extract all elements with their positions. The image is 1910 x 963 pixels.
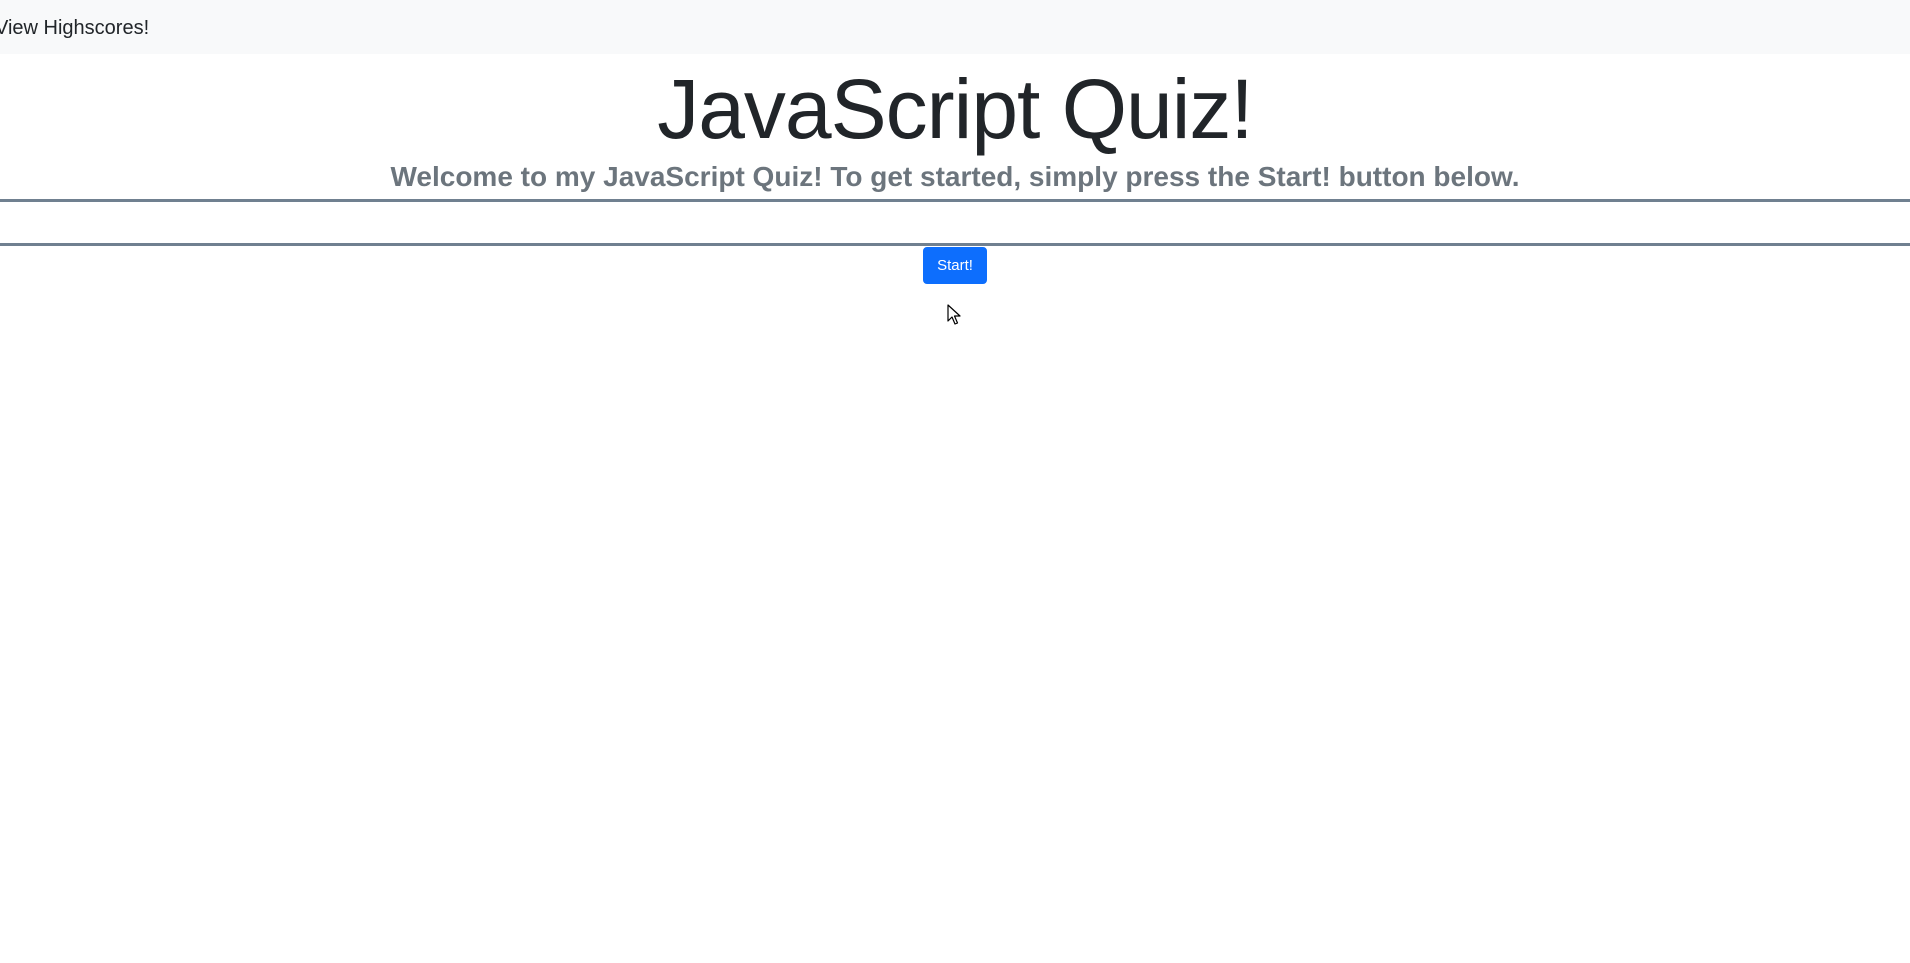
start-button[interactable]: Start! [923,247,987,284]
navbar: View Highscores! [0,0,1910,54]
mouse-pointer-icon [947,304,961,325]
page-subtitle: Welcome to my JavaScript Quiz! To get st… [390,161,1520,192]
view-highscores-link[interactable]: View Highscores! [0,15,149,41]
page-title: JavaScript Quiz! [657,62,1254,156]
question-area [0,202,1910,243]
divider-bottom [0,243,1910,246]
